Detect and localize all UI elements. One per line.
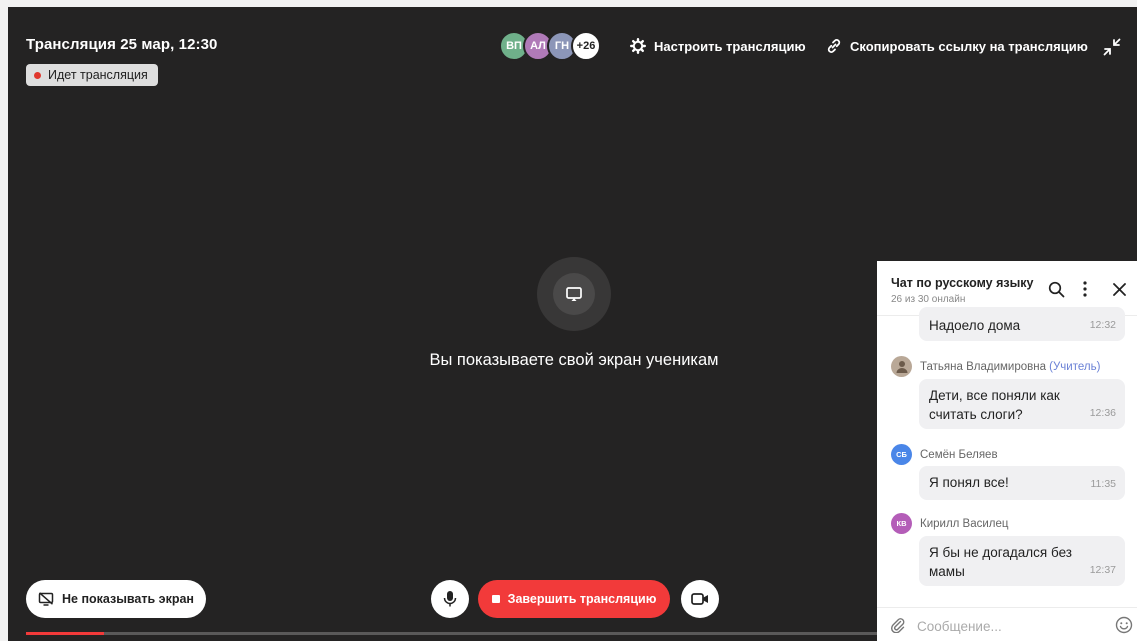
chat-message-text: Я понял все! [929, 475, 1009, 490]
stop-icon [491, 595, 500, 603]
participants-avatars[interactable]: ВП АЛ ГН +26 [499, 31, 601, 61]
stream-settings-button[interactable]: Настроить трансляцию [630, 35, 806, 57]
attach-icon[interactable] [890, 617, 906, 633]
chat-online-count: 26 из 30 онлайн [891, 294, 966, 305]
end-stream-button[interactable]: Завершить трансляцию [478, 580, 670, 618]
chat-message: Дети, все поняли как считать слоги? 12:3… [919, 379, 1125, 429]
chat-message-time: 12:37 [1089, 564, 1116, 576]
chat-sender-name: Семён Беляев [920, 448, 998, 461]
emoji-icon[interactable] [1115, 616, 1133, 634]
stop-screen-share-label: Не показывать экран [62, 592, 194, 606]
chat-message-text: Надоело дома [929, 318, 1021, 333]
live-status-label: Идет трансляция [48, 68, 148, 82]
link-icon [827, 39, 841, 53]
sender-avatar: КВ [891, 513, 912, 534]
chat-sender-name: Татьяна Владимировна [920, 360, 1046, 373]
live-status-badge: Идет трансляция [26, 64, 158, 86]
stream-progress-fill [26, 632, 104, 635]
screen-off-icon [38, 592, 54, 606]
chat-search-button[interactable] [1046, 279, 1066, 299]
camera-button[interactable] [681, 580, 719, 618]
search-icon [1048, 281, 1064, 297]
chat-sender-name: Кирилл Василец [920, 517, 1009, 530]
chat-message-text: Я бы не догадался без мамы [929, 545, 1072, 579]
stream-settings-label: Настроить трансляцию [654, 38, 806, 54]
live-dot-icon [34, 71, 41, 79]
teacher-avatar [891, 356, 912, 377]
screen-share-message: Вы показываете свой экран ученикам [429, 351, 719, 369]
user-photo-icon [896, 361, 907, 373]
screen-share-icon [566, 287, 582, 301]
chat-message-time: 11:35 [1090, 478, 1117, 490]
stop-screen-share-button[interactable]: Не показывать экран [26, 580, 206, 618]
chat-sender: СБ Семён Беляев [891, 444, 998, 465]
collapse-icon[interactable] [1103, 38, 1121, 56]
chat-message: Я понял все! 11:35 [919, 466, 1125, 500]
end-stream-label: Завершить трансляцию [507, 592, 657, 606]
screen-share-indicator [537, 257, 611, 331]
close-icon [1112, 282, 1126, 296]
camera-icon [691, 593, 708, 605]
chat-message-input[interactable] [917, 616, 1097, 636]
chat-message-text: Дети, все поняли как считать слоги? [929, 388, 1060, 422]
gear-icon [630, 38, 646, 54]
chat-composer [877, 607, 1137, 641]
microphone-button[interactable] [431, 580, 469, 618]
microphone-icon [443, 591, 457, 607]
stream-title: Трансляция 25 мар, 12:30 [26, 36, 218, 53]
copy-link-label: Скопировать ссылку на трансляцию [850, 38, 1088, 54]
copy-link-button[interactable]: Скопировать ссылку на трансляцию [826, 35, 1088, 57]
chat-message-time: 12:36 [1089, 407, 1116, 419]
chat-sender-role: (Учитель) [1049, 360, 1101, 373]
chat-panel: Чат по русскому языку 26 из 30 онлайн На… [877, 261, 1137, 641]
chat-message: Надоело дома 12:32 [919, 307, 1125, 341]
more-participants-badge[interactable]: +26 [571, 31, 601, 61]
more-vertical-icon [1083, 281, 1087, 297]
chat-sender: Татьяна Владимировна (Учитель) [891, 356, 1100, 377]
chat-message: Я бы не догадался без мамы 12:37 [919, 536, 1125, 586]
chat-message-time: 12:32 [1089, 319, 1116, 331]
chat-title: Чат по русскому языку [891, 276, 1034, 290]
sender-avatar: СБ [891, 444, 912, 465]
chat-more-button[interactable] [1075, 279, 1095, 299]
chat-close-button[interactable] [1109, 279, 1129, 299]
chat-sender: КВ Кирилл Василец [891, 513, 1009, 534]
